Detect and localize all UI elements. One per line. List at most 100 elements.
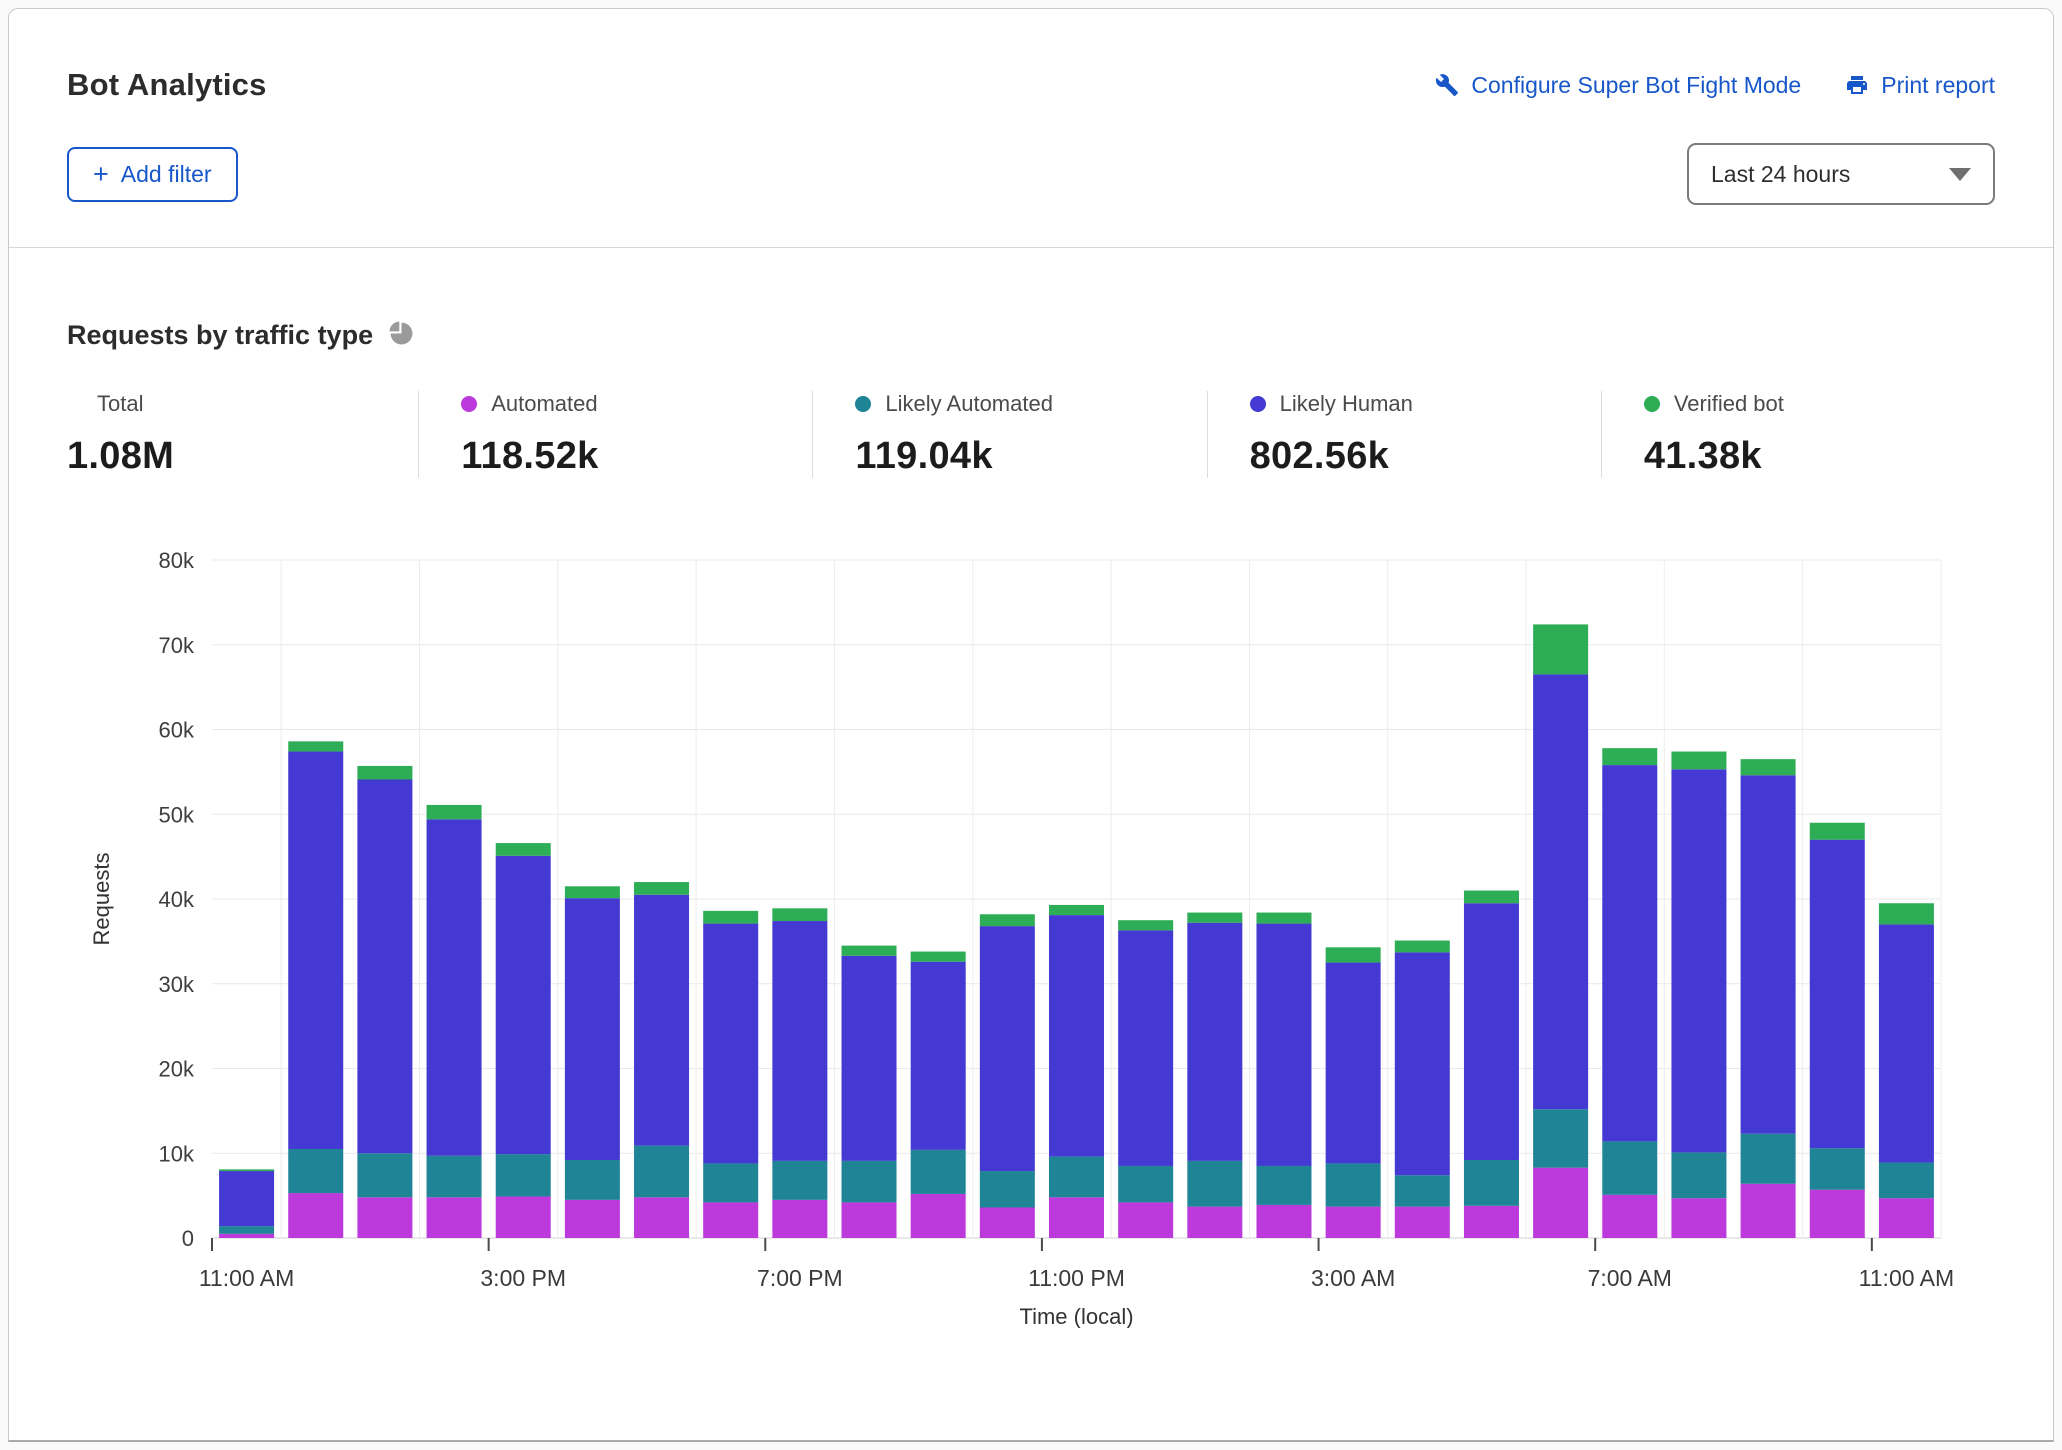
- bar-segment: [703, 1163, 758, 1202]
- stat-total-value: 1.08M: [67, 435, 408, 478]
- stat-total-label: Total: [97, 391, 143, 417]
- svg-text:11:00 AM: 11:00 AM: [199, 1265, 294, 1291]
- svg-text:20k: 20k: [159, 1057, 195, 1082]
- bar-segment: [357, 1197, 412, 1238]
- bar-segment: [1671, 1198, 1726, 1238]
- stat-verified-bot: Verified bot 41.38k: [1601, 391, 1995, 478]
- bar-segment: [1741, 1134, 1796, 1184]
- svg-text:7:00 PM: 7:00 PM: [757, 1265, 843, 1291]
- bar-segment: [980, 1171, 1035, 1207]
- bar-segment: [772, 908, 827, 921]
- bar-segment: [634, 1146, 689, 1198]
- bar-segment: [1741, 775, 1796, 1133]
- svg-text:80k: 80k: [159, 548, 195, 573]
- add-filter-button[interactable]: + Add filter: [67, 147, 238, 202]
- svg-text:Time (local): Time (local): [1019, 1304, 1133, 1328]
- bar-segment: [772, 1161, 827, 1200]
- bar-segment: [1326, 963, 1381, 1164]
- bar-segment: [1810, 1148, 1865, 1190]
- bar-segment: [427, 1156, 482, 1198]
- stat-likely-human-value: 802.56k: [1250, 435, 1591, 478]
- bar-segment: [1464, 891, 1519, 904]
- svg-text:10k: 10k: [159, 1141, 195, 1166]
- bar-segment: [357, 766, 412, 780]
- svg-text:3:00 PM: 3:00 PM: [480, 1265, 566, 1291]
- bar-segment: [1118, 1202, 1173, 1238]
- bar-segment: [219, 1226, 274, 1234]
- bar-segment: [427, 819, 482, 1155]
- bar-segment: [427, 805, 482, 819]
- svg-text:40k: 40k: [159, 887, 195, 912]
- bar-segment: [911, 1194, 966, 1238]
- stat-likely-automated-value: 119.04k: [855, 435, 1196, 478]
- bar-segment: [842, 946, 897, 956]
- traffic-type-stats: Total 1.08M Automated 118.52k Likely Aut…: [67, 391, 1995, 478]
- bar-segment: [911, 952, 966, 962]
- chevron-down-icon: [1949, 168, 1971, 181]
- bar-segment: [496, 843, 551, 856]
- stat-likely-human-label: Likely Human: [1280, 391, 1413, 417]
- stat-likely-human: Likely Human 802.56k: [1207, 391, 1601, 478]
- stat-automated-label: Automated: [491, 391, 597, 417]
- svg-text:11:00 AM: 11:00 AM: [1859, 1265, 1954, 1291]
- add-filter-label: Add filter: [121, 161, 212, 188]
- stat-automated-value: 118.52k: [461, 435, 802, 478]
- likely-human-dot: [1250, 396, 1266, 412]
- bar-segment: [219, 1234, 274, 1238]
- requests-by-traffic-type-chart: 010k20k30k40k50k60k70k80k11:00 AM3:00 PM…: [67, 518, 1995, 1333]
- printer-icon: [1845, 73, 1869, 97]
- time-range-select[interactable]: Last 24 hours: [1687, 143, 1995, 205]
- bar-segment: [842, 1202, 897, 1238]
- svg-text:11:00 PM: 11:00 PM: [1028, 1265, 1125, 1291]
- bar-segment: [1671, 769, 1726, 1152]
- header-links: Configure Super Bot Fight Mode Print rep…: [1435, 72, 1995, 99]
- bar-segment: [1810, 840, 1865, 1148]
- bar-segment: [496, 1196, 551, 1238]
- section-title: Requests by traffic type: [67, 320, 373, 351]
- svg-text:7:00 AM: 7:00 AM: [1588, 1265, 1672, 1291]
- bar-segment: [1395, 941, 1450, 953]
- configure-super-bot-fight-mode-link[interactable]: Configure Super Bot Fight Mode: [1435, 72, 1801, 99]
- bar-segment: [703, 1202, 758, 1238]
- bar-segment: [1187, 923, 1242, 1161]
- bar-segment: [1671, 1152, 1726, 1198]
- bar-segment: [288, 1149, 343, 1193]
- header: Bot Analytics Configure Super Bot Fight …: [67, 9, 1995, 103]
- bar-segment: [427, 1197, 482, 1238]
- bar-segment: [1810, 823, 1865, 840]
- bar-segment: [1602, 748, 1657, 765]
- bar-segment: [288, 1193, 343, 1238]
- bar-segment: [1395, 952, 1450, 1175]
- verified-bot-dot: [1644, 396, 1660, 412]
- bar-segment: [288, 752, 343, 1149]
- bar-segment: [565, 886, 620, 898]
- bar-segment: [1671, 752, 1726, 770]
- header-divider: [9, 247, 2053, 248]
- stat-automated: Automated 118.52k: [418, 391, 812, 478]
- bar-segment: [1533, 1168, 1588, 1238]
- bar-segment: [496, 856, 551, 1154]
- bar-segment: [842, 956, 897, 1161]
- bar-segment: [219, 1171, 274, 1226]
- bar-segment: [1464, 1206, 1519, 1238]
- print-report-link[interactable]: Print report: [1845, 72, 1995, 99]
- bar-segment: [1464, 1160, 1519, 1206]
- bar-segment: [634, 895, 689, 1146]
- bar-segment: [1810, 1190, 1865, 1238]
- bar-segment: [1395, 1175, 1450, 1206]
- bar-segment: [565, 1200, 620, 1238]
- bar-segment: [1049, 905, 1104, 915]
- bar-segment: [1879, 1163, 1934, 1199]
- svg-text:0: 0: [182, 1226, 194, 1251]
- stat-total: Total 1.08M: [67, 391, 418, 478]
- bar-segment: [1741, 1184, 1796, 1238]
- bar-segment: [1118, 920, 1173, 930]
- bar-segment: [565, 1160, 620, 1200]
- bar-segment: [1187, 913, 1242, 923]
- page-title: Bot Analytics: [67, 67, 267, 103]
- bar-segment: [1879, 903, 1934, 924]
- bar-segment: [1049, 915, 1104, 1157]
- bar-segment: [772, 1200, 827, 1238]
- bar-segment: [980, 1207, 1035, 1238]
- likely-automated-dot: [855, 396, 871, 412]
